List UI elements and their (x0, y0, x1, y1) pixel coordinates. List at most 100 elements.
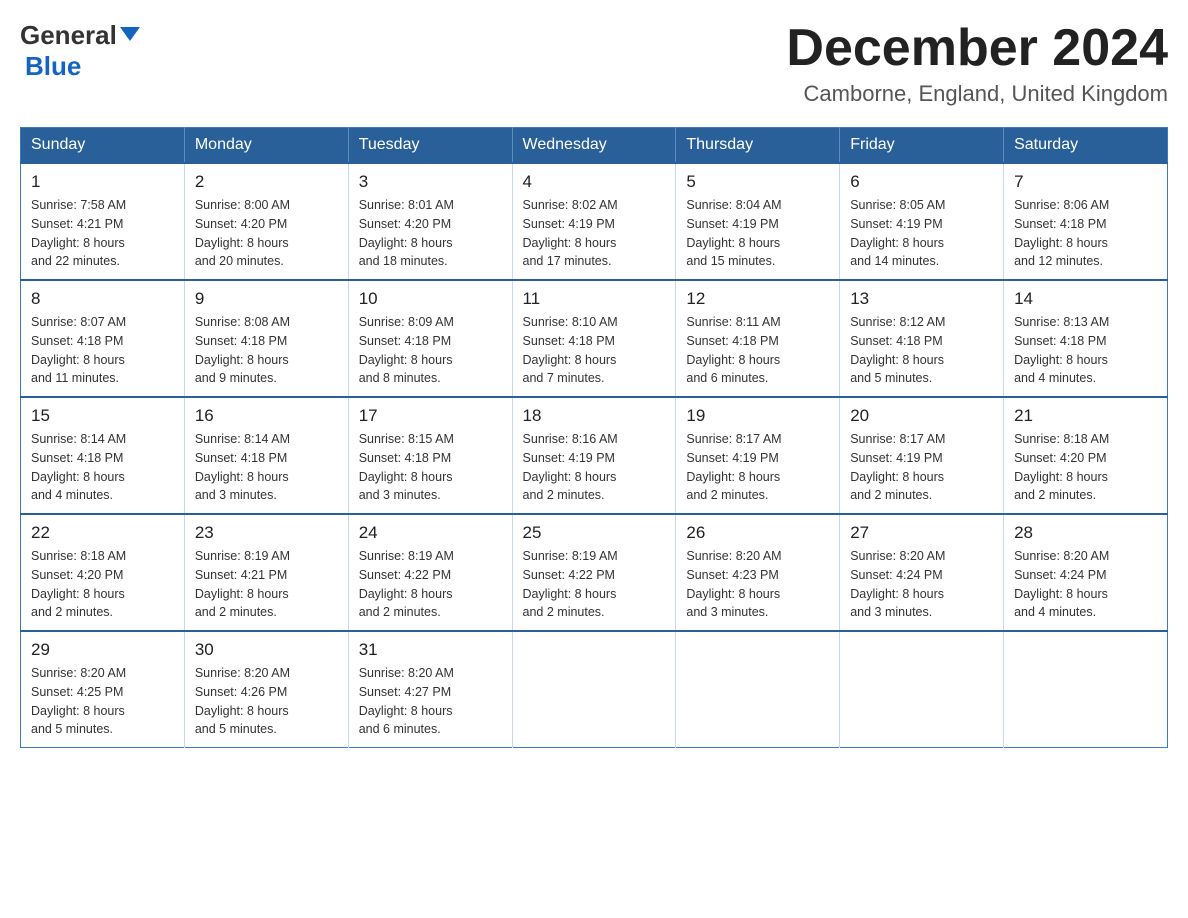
title-block: December 2024 Camborne, England, United … (786, 20, 1168, 107)
calendar-cell: 4 Sunrise: 8:02 AM Sunset: 4:19 PM Dayli… (512, 163, 676, 280)
day-info: Sunrise: 8:02 AM Sunset: 4:19 PM Dayligh… (523, 196, 666, 271)
calendar-cell: 20 Sunrise: 8:17 AM Sunset: 4:19 PM Dayl… (840, 397, 1004, 514)
calendar-cell: 27 Sunrise: 8:20 AM Sunset: 4:24 PM Dayl… (840, 514, 1004, 631)
calendar-cell (512, 631, 676, 748)
day-number: 24 (359, 523, 502, 543)
calendar-cell: 3 Sunrise: 8:01 AM Sunset: 4:20 PM Dayli… (348, 163, 512, 280)
day-number: 26 (686, 523, 829, 543)
calendar-cell: 6 Sunrise: 8:05 AM Sunset: 4:19 PM Dayli… (840, 163, 1004, 280)
calendar-cell: 10 Sunrise: 8:09 AM Sunset: 4:18 PM Dayl… (348, 280, 512, 397)
day-number: 29 (31, 640, 174, 660)
day-number: 20 (850, 406, 993, 426)
calendar-cell: 7 Sunrise: 8:06 AM Sunset: 4:18 PM Dayli… (1004, 163, 1168, 280)
day-number: 5 (686, 172, 829, 192)
day-info: Sunrise: 8:10 AM Sunset: 4:18 PM Dayligh… (523, 313, 666, 388)
calendar-cell: 19 Sunrise: 8:17 AM Sunset: 4:19 PM Dayl… (676, 397, 840, 514)
calendar-week-row: 1 Sunrise: 7:58 AM Sunset: 4:21 PM Dayli… (21, 163, 1168, 280)
day-info: Sunrise: 8:19 AM Sunset: 4:22 PM Dayligh… (359, 547, 502, 622)
day-number: 1 (31, 172, 174, 192)
calendar-cell: 24 Sunrise: 8:19 AM Sunset: 4:22 PM Dayl… (348, 514, 512, 631)
calendar-cell: 22 Sunrise: 8:18 AM Sunset: 4:20 PM Dayl… (21, 514, 185, 631)
day-info: Sunrise: 8:18 AM Sunset: 4:20 PM Dayligh… (31, 547, 174, 622)
calendar-cell: 1 Sunrise: 7:58 AM Sunset: 4:21 PM Dayli… (21, 163, 185, 280)
calendar-cell: 15 Sunrise: 8:14 AM Sunset: 4:18 PM Dayl… (21, 397, 185, 514)
day-number: 22 (31, 523, 174, 543)
day-number: 16 (195, 406, 338, 426)
calendar-cell (1004, 631, 1168, 748)
col-monday: Monday (184, 128, 348, 164)
day-info: Sunrise: 8:19 AM Sunset: 4:21 PM Dayligh… (195, 547, 338, 622)
calendar-cell: 11 Sunrise: 8:10 AM Sunset: 4:18 PM Dayl… (512, 280, 676, 397)
day-number: 14 (1014, 289, 1157, 309)
calendar-cell: 16 Sunrise: 8:14 AM Sunset: 4:18 PM Dayl… (184, 397, 348, 514)
col-tuesday: Tuesday (348, 128, 512, 164)
calendar-cell: 31 Sunrise: 8:20 AM Sunset: 4:27 PM Dayl… (348, 631, 512, 748)
calendar-cell: 14 Sunrise: 8:13 AM Sunset: 4:18 PM Dayl… (1004, 280, 1168, 397)
calendar-cell: 5 Sunrise: 8:04 AM Sunset: 4:19 PM Dayli… (676, 163, 840, 280)
month-title: December 2024 (786, 20, 1168, 77)
calendar-week-row: 29 Sunrise: 8:20 AM Sunset: 4:25 PM Dayl… (21, 631, 1168, 748)
day-number: 19 (686, 406, 829, 426)
day-info: Sunrise: 8:18 AM Sunset: 4:20 PM Dayligh… (1014, 430, 1157, 505)
day-info: Sunrise: 8:05 AM Sunset: 4:19 PM Dayligh… (850, 196, 993, 271)
day-info: Sunrise: 7:58 AM Sunset: 4:21 PM Dayligh… (31, 196, 174, 271)
page-header: General Blue December 2024 Camborne, Eng… (20, 20, 1168, 107)
calendar-cell (840, 631, 1004, 748)
day-number: 10 (359, 289, 502, 309)
day-info: Sunrise: 8:14 AM Sunset: 4:18 PM Dayligh… (31, 430, 174, 505)
day-number: 7 (1014, 172, 1157, 192)
calendar-header-row: Sunday Monday Tuesday Wednesday Thursday… (21, 128, 1168, 164)
day-info: Sunrise: 8:20 AM Sunset: 4:27 PM Dayligh… (359, 664, 502, 739)
day-info: Sunrise: 8:12 AM Sunset: 4:18 PM Dayligh… (850, 313, 993, 388)
day-info: Sunrise: 8:20 AM Sunset: 4:24 PM Dayligh… (850, 547, 993, 622)
col-wednesday: Wednesday (512, 128, 676, 164)
day-number: 8 (31, 289, 174, 309)
calendar-cell: 29 Sunrise: 8:20 AM Sunset: 4:25 PM Dayl… (21, 631, 185, 748)
col-friday: Friday (840, 128, 1004, 164)
day-number: 21 (1014, 406, 1157, 426)
calendar-cell: 28 Sunrise: 8:20 AM Sunset: 4:24 PM Dayl… (1004, 514, 1168, 631)
day-number: 9 (195, 289, 338, 309)
calendar-table: Sunday Monday Tuesday Wednesday Thursday… (20, 127, 1168, 748)
day-number: 27 (850, 523, 993, 543)
calendar-cell: 12 Sunrise: 8:11 AM Sunset: 4:18 PM Dayl… (676, 280, 840, 397)
day-info: Sunrise: 8:20 AM Sunset: 4:23 PM Dayligh… (686, 547, 829, 622)
day-number: 6 (850, 172, 993, 192)
day-number: 11 (523, 289, 666, 309)
day-info: Sunrise: 8:13 AM Sunset: 4:18 PM Dayligh… (1014, 313, 1157, 388)
col-sunday: Sunday (21, 128, 185, 164)
calendar-cell: 9 Sunrise: 8:08 AM Sunset: 4:18 PM Dayli… (184, 280, 348, 397)
col-thursday: Thursday (676, 128, 840, 164)
day-number: 3 (359, 172, 502, 192)
calendar-week-row: 15 Sunrise: 8:14 AM Sunset: 4:18 PM Dayl… (21, 397, 1168, 514)
day-number: 30 (195, 640, 338, 660)
logo: General Blue (20, 20, 140, 82)
calendar-week-row: 8 Sunrise: 8:07 AM Sunset: 4:18 PM Dayli… (21, 280, 1168, 397)
day-info: Sunrise: 8:19 AM Sunset: 4:22 PM Dayligh… (523, 547, 666, 622)
logo-general-text: General (20, 20, 117, 51)
day-info: Sunrise: 8:17 AM Sunset: 4:19 PM Dayligh… (850, 430, 993, 505)
day-number: 17 (359, 406, 502, 426)
day-number: 31 (359, 640, 502, 660)
day-number: 12 (686, 289, 829, 309)
calendar-cell: 25 Sunrise: 8:19 AM Sunset: 4:22 PM Dayl… (512, 514, 676, 631)
calendar-cell: 8 Sunrise: 8:07 AM Sunset: 4:18 PM Dayli… (21, 280, 185, 397)
day-info: Sunrise: 8:09 AM Sunset: 4:18 PM Dayligh… (359, 313, 502, 388)
day-number: 2 (195, 172, 338, 192)
day-number: 25 (523, 523, 666, 543)
day-info: Sunrise: 8:08 AM Sunset: 4:18 PM Dayligh… (195, 313, 338, 388)
calendar-cell: 26 Sunrise: 8:20 AM Sunset: 4:23 PM Dayl… (676, 514, 840, 631)
day-number: 18 (523, 406, 666, 426)
day-number: 13 (850, 289, 993, 309)
day-info: Sunrise: 8:04 AM Sunset: 4:19 PM Dayligh… (686, 196, 829, 271)
day-info: Sunrise: 8:20 AM Sunset: 4:24 PM Dayligh… (1014, 547, 1157, 622)
day-info: Sunrise: 8:17 AM Sunset: 4:19 PM Dayligh… (686, 430, 829, 505)
day-info: Sunrise: 8:14 AM Sunset: 4:18 PM Dayligh… (195, 430, 338, 505)
day-info: Sunrise: 8:15 AM Sunset: 4:18 PM Dayligh… (359, 430, 502, 505)
calendar-cell: 13 Sunrise: 8:12 AM Sunset: 4:18 PM Dayl… (840, 280, 1004, 397)
location-subtitle: Camborne, England, United Kingdom (786, 81, 1168, 107)
logo-triangle-icon (120, 27, 140, 41)
day-info: Sunrise: 8:20 AM Sunset: 4:26 PM Dayligh… (195, 664, 338, 739)
day-info: Sunrise: 8:07 AM Sunset: 4:18 PM Dayligh… (31, 313, 174, 388)
day-info: Sunrise: 8:00 AM Sunset: 4:20 PM Dayligh… (195, 196, 338, 271)
